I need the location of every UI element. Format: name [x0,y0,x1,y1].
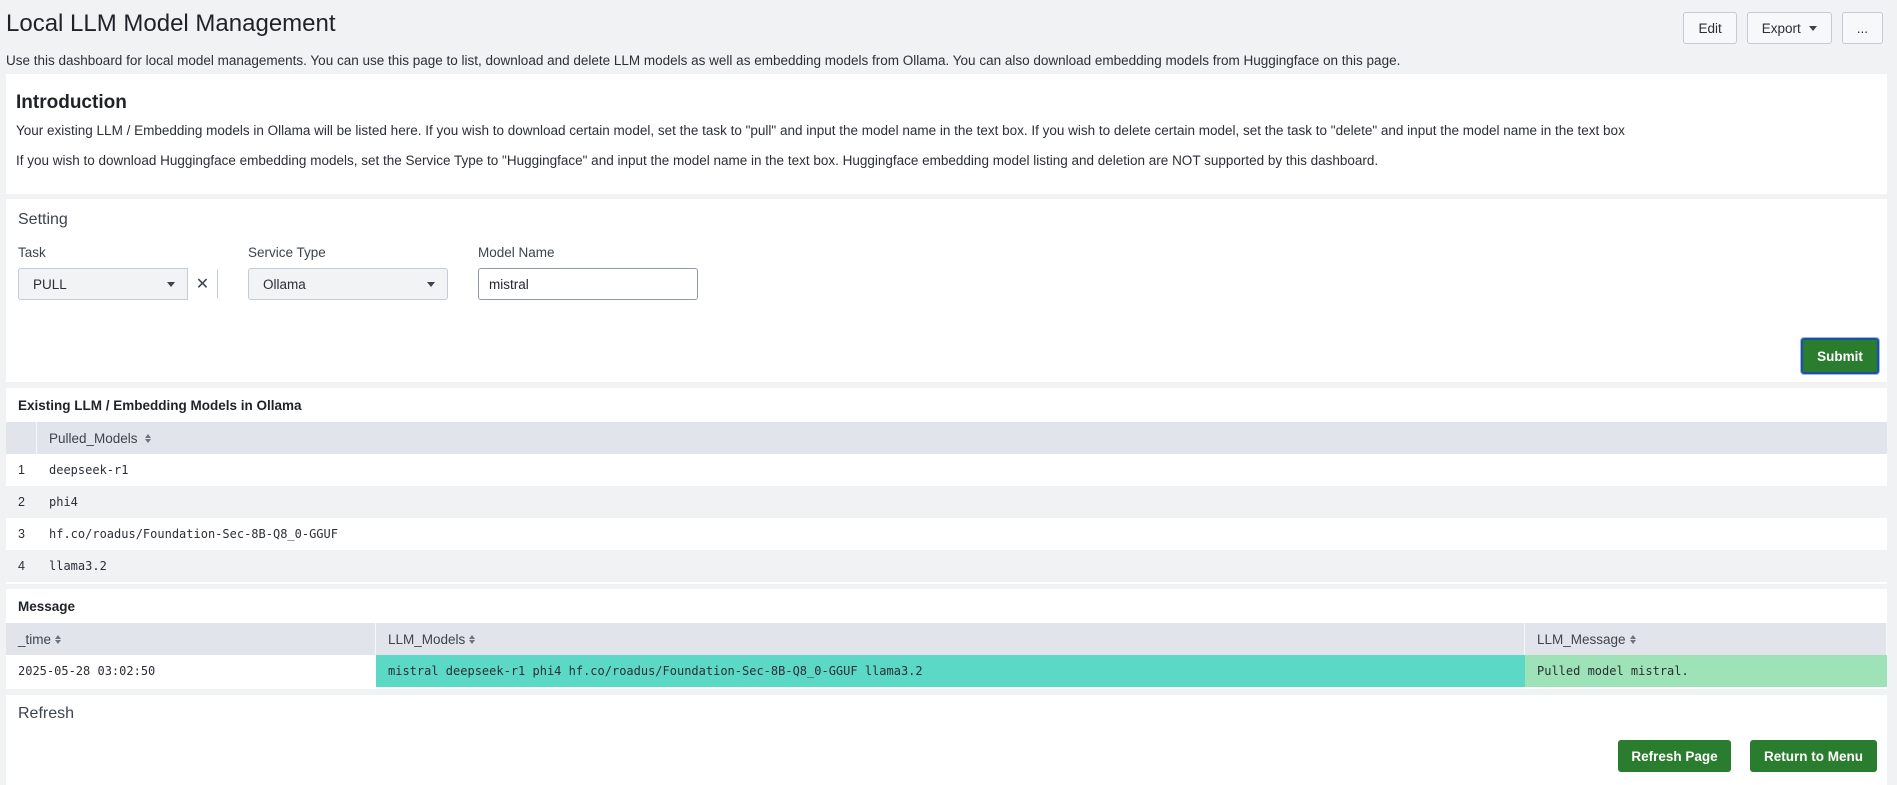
service-type-label: Service Type [248,245,326,260]
llm-message-cell: Pulled model mistral. [1525,655,1887,687]
model-name-cell: hf.co/roadus/Foundation-Sec-8B-Q8_0-GGUF [49,527,338,541]
model-name-cell: phi4 [49,495,78,509]
model-name-field: Model Name [478,245,698,300]
table-row: 3 hf.co/roadus/Foundation-Sec-8B-Q8_0-GG… [6,518,1887,550]
models-panel: Existing LLM / Embedding Models in Ollam… [6,388,1887,584]
table-row: 2 phi4 [6,486,1887,518]
task-label: Task [18,245,46,260]
edit-button[interactable]: Edit [1683,12,1737,44]
service-type-select[interactable]: Ollama [248,268,448,300]
export-button[interactable]: Export [1746,12,1832,44]
more-button[interactable]: ... [1841,12,1883,44]
row-index: 2 [18,495,25,509]
sort-icon[interactable] [469,634,476,644]
export-label: Export [1761,20,1801,36]
message-panel: Message _time LLM_Models LLM_Message 202… [6,589,1887,689]
refresh-page-button[interactable]: Refresh Page [1618,740,1731,772]
llm-message-column-header[interactable]: LLM_Message [1525,623,1887,655]
refresh-panel: Refresh Refresh Page Return to Menu [6,695,1887,785]
close-icon[interactable]: ✕ [187,268,217,300]
models-table-header: Pulled_Models [6,422,1887,454]
submit-button[interactable]: Submit [1801,338,1879,374]
message-table-title: Message [18,599,76,614]
page-title: Local LLM Model Management [6,10,336,37]
chevron-down-icon [167,281,175,287]
introduction-text-1: Your existing LLM / Embedding models in … [16,123,1625,138]
service-type-field: Service Type Ollama [248,245,448,300]
page-header: Local LLM Model Management Use this dash… [6,8,1883,68]
return-to-menu-button[interactable]: Return to Menu [1750,740,1877,772]
model-name-label: Model Name [478,245,555,260]
model-name-cell: llama3.2 [49,559,107,573]
model-name-cell: deepseek-r1 [49,463,129,477]
introduction-title: Introduction [16,92,127,113]
column-label: LLM_Models [388,631,466,647]
introduction-panel: Introduction Your existing LLM / Embeddi… [6,74,1887,194]
model-name-input[interactable] [478,268,698,300]
chevron-down-icon [427,281,435,287]
task-field: Task PULL ✕ [18,245,218,300]
page-description: Use this dashboard for local model manag… [6,53,1401,68]
task-value: PULL [33,276,67,292]
llm-models-cell: mistral deepseek-r1 phi4 hf.co/roadus/Fo… [376,655,1525,687]
table-row: 4 llama3.2 [6,550,1887,582]
time-cell: 2025-05-28 03:02:50 [18,664,156,678]
introduction-text-2: If you wish to download Huggingface embe… [16,153,1379,168]
setting-title: Setting [18,211,68,228]
setting-panel: Setting Task PULL ✕ Service Type Ollama … [6,199,1887,382]
table-row: 1 deepseek-r1 [6,454,1887,486]
task-select[interactable]: PULL ✕ [18,268,218,300]
top-actions: Edit Export ... [1683,12,1883,44]
models-table-title: Existing LLM / Embedding Models in Ollam… [18,398,302,413]
sort-icon[interactable] [1629,634,1636,644]
pulled-models-column-header[interactable]: Pulled_Models [37,430,152,446]
time-column-header[interactable]: _time [6,623,376,655]
llm-models-column-header[interactable]: LLM_Models [376,623,1525,655]
service-type-value: Ollama [263,276,306,292]
row-index: 4 [18,559,25,573]
row-index: 1 [18,463,25,477]
sort-icon[interactable] [55,634,62,644]
column-label: _time [18,631,52,647]
message-table-header: _time LLM_Models LLM_Message [6,623,1887,655]
index-column-header [6,422,37,454]
refresh-title: Refresh [18,705,75,722]
column-label: Pulled_Models [49,430,138,446]
row-index: 3 [18,527,25,541]
chevron-down-icon [1808,25,1817,31]
table-row: 2025-05-28 03:02:50 mistral deepseek-r1 … [6,655,1887,687]
sort-icon[interactable] [145,434,152,444]
column-label: LLM_Message [1537,631,1626,647]
